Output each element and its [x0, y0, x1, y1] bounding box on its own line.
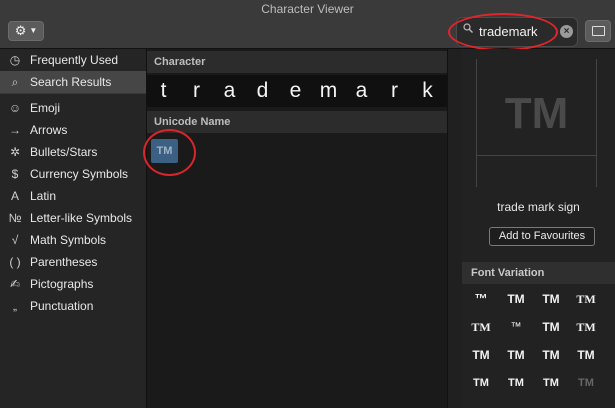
- font-variation-cell[interactable]: ™: [464, 287, 498, 311]
- sidebar-item-label: Bullets/Stars: [30, 145, 98, 159]
- search-characters-row: t r a d e m a r k: [147, 75, 447, 107]
- font-variation-cell[interactable]: TM: [569, 371, 603, 395]
- magnifier-icon: ⌕: [11, 74, 19, 89]
- add-to-favourites-button[interactable]: Add to Favourites: [489, 227, 595, 246]
- sidebar-item-label: Latin: [30, 189, 57, 203]
- sidebar-item-currency-symbols[interactable]: $ Currency Symbols: [0, 163, 146, 185]
- annotation-circle: [448, 13, 558, 51]
- font-variation-header: Font Variation: [462, 262, 615, 284]
- sidebar-item-label: Search Results: [30, 75, 112, 89]
- smiley-icon: ☺: [8, 101, 22, 115]
- font-variation-cell[interactable]: TM: [499, 343, 533, 367]
- sidebar-item-label: Arrows: [30, 123, 68, 137]
- unicode-name-header: Unicode Name: [147, 111, 447, 133]
- sidebar-item-label: Pictographs: [30, 277, 94, 291]
- arrow-icon: →: [9, 123, 21, 137]
- search-character[interactable]: a: [345, 79, 378, 103]
- dollar-icon: $: [11, 167, 19, 181]
- panel-divider[interactable]: [447, 49, 463, 408]
- sidebar-item-letter-like-symbols[interactable]: № Letter-like Symbols: [0, 207, 146, 229]
- annotation-circle: [143, 129, 196, 176]
- sidebar-item-latin[interactable]: A Latin: [0, 185, 146, 207]
- latin-a-icon: A: [10, 189, 19, 203]
- action-menu-button[interactable]: ⚙ ▼: [8, 21, 44, 41]
- title-bar: Character Viewer ⚙ ▼ ×: [0, 0, 615, 51]
- search-character[interactable]: r: [180, 79, 213, 103]
- character-name: trade mark sign: [497, 200, 580, 214]
- clock-icon: ◷: [9, 53, 21, 67]
- sidebar-item-punctuation[interactable]: „ Punctuation: [0, 295, 146, 317]
- keyboard-viewer-button[interactable]: [585, 20, 611, 42]
- numero-icon: №: [8, 211, 22, 225]
- category-sidebar: ◷ Frequently Used ⌕ Search Results ☺ Emo…: [0, 49, 147, 408]
- character-preview: TM: [476, 59, 597, 187]
- sidebar-item-label: Emoji: [30, 101, 61, 115]
- sidebar-item-frequently-used[interactable]: ◷ Frequently Used: [0, 49, 146, 71]
- font-variation-cell[interactable]: TM: [534, 287, 568, 311]
- sidebar-item-label: Frequently Used: [30, 53, 119, 67]
- sidebar-item-parentheses[interactable]: ( ) Parentheses: [0, 251, 146, 273]
- sidebar-item-search-results[interactable]: ⌕ Search Results: [0, 71, 146, 93]
- sidebar-item-arrows[interactable]: → Arrows: [0, 119, 146, 141]
- font-variation-cell[interactable]: ™: [499, 315, 533, 339]
- font-variation-cell[interactable]: TM: [569, 287, 603, 311]
- font-variation-cell[interactable]: TM: [569, 343, 603, 367]
- font-variation-cell[interactable]: TM: [499, 287, 533, 311]
- sidebar-item-bullets-stars[interactable]: ✲ Bullets/Stars: [0, 141, 146, 163]
- chevron-down-icon: ▼: [29, 26, 38, 35]
- star-icon: ✲: [9, 145, 21, 159]
- writing-hand-icon: ✍: [9, 277, 21, 291]
- search-character[interactable]: k: [411, 79, 444, 103]
- search-character[interactable]: d: [246, 79, 279, 103]
- detail-panel: TM trade mark sign Add to Favourites Fon…: [462, 49, 615, 408]
- sidebar-item-pictographs[interactable]: ✍ Pictographs: [0, 273, 146, 295]
- sidebar-item-label: Letter-like Symbols: [30, 211, 133, 225]
- font-variation-cell[interactable]: TM: [464, 371, 498, 395]
- sidebar-divider: [0, 93, 146, 94]
- sidebar-item-emoji[interactable]: ☺ Emoji: [0, 97, 146, 119]
- font-variation-cell[interactable]: TM: [499, 371, 533, 395]
- gear-icon: ⚙: [14, 23, 27, 38]
- clear-search-icon[interactable]: ×: [560, 25, 573, 38]
- font-variation-cell[interactable]: TM: [534, 343, 568, 367]
- quote-icon: „: [13, 299, 17, 313]
- sidebar-item-label: Currency Symbols: [30, 167, 129, 181]
- font-variation-cell[interactable]: TM: [464, 343, 498, 367]
- keyboard-icon: [592, 26, 605, 36]
- sidebar-item-label: Parentheses: [30, 255, 98, 269]
- font-variation-cell[interactable]: TM: [464, 315, 498, 339]
- results-panel: Character t r a d e m a r k Unicode Name…: [143, 49, 447, 408]
- character-header: Character: [147, 51, 447, 73]
- font-variation-cell[interactable]: TM: [534, 315, 568, 339]
- preview-glyph: TM: [504, 89, 569, 138]
- sidebar-item-math-symbols[interactable]: √ Math Symbols: [0, 229, 146, 251]
- square-root-icon: √: [11, 233, 19, 247]
- search-character[interactable]: m: [312, 79, 345, 103]
- parentheses-icon: ( ): [9, 255, 21, 269]
- search-character[interactable]: a: [213, 79, 246, 103]
- font-variation-cell[interactable]: TM: [534, 371, 568, 395]
- search-character[interactable]: t: [147, 79, 180, 103]
- search-character[interactable]: r: [378, 79, 411, 103]
- search-character[interactable]: e: [279, 79, 312, 103]
- sidebar-item-label: Punctuation: [30, 299, 94, 313]
- font-variation-cell[interactable]: TM: [569, 315, 603, 339]
- sidebar-item-label: Math Symbols: [30, 233, 107, 247]
